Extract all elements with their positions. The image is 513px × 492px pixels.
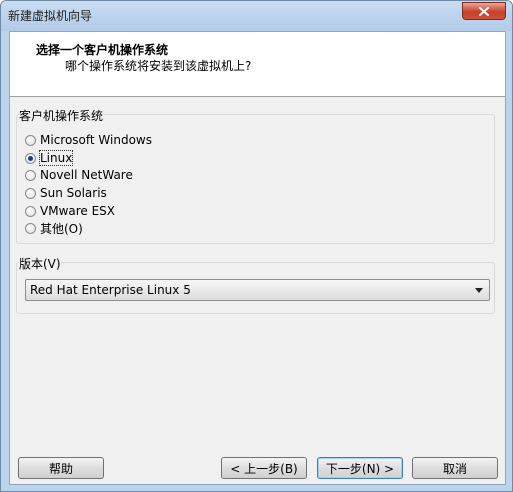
radio-novell-netware[interactable]: Novell NetWare — [25, 167, 133, 183]
radio-vmware-esx[interactable]: VMware ESX — [25, 203, 115, 219]
page-title: 选择一个客户机操作系统 — [36, 43, 169, 57]
page-subtitle: 哪个操作系统将安装到该虚拟机上? — [65, 59, 252, 73]
radio-circle[interactable] — [25, 205, 36, 217]
cancel-button[interactable]: 取消 — [412, 457, 498, 479]
dialog-body: 选择一个客户机操作系统 哪个操作系统将安装到该虚拟机上? 客户机操作系统 Mic… — [9, 31, 506, 485]
radio-microsoft-windows[interactable]: Microsoft Windows — [25, 132, 152, 148]
guest-os-group-label: 客户机操作系统 — [19, 107, 104, 124]
radio-circle[interactable] — [25, 169, 36, 181]
radio-other[interactable]: 其他(O) — [25, 220, 83, 236]
radio-circle[interactable] — [25, 134, 36, 146]
back-button[interactable]: < 上一步(B) — [221, 457, 307, 479]
radio-circle[interactable] — [25, 222, 36, 234]
radio-linux[interactable]: Linux — [25, 150, 74, 166]
radio-label: Linux — [38, 150, 74, 166]
radio-label: VMware ESX — [40, 204, 116, 218]
title-bar[interactable]: 新建虚拟机向导 — [1, 1, 512, 31]
help-button[interactable]: 帮助 — [18, 457, 104, 479]
radio-label: Sun Solaris — [40, 186, 107, 200]
wizard-window: 新建虚拟机向导 选择一个客户机操作系统 哪个操作系统将安装到该虚拟机上? 客户机… — [0, 0, 513, 492]
close-icon — [479, 6, 489, 16]
radio-sun-solaris[interactable]: Sun Solaris — [25, 185, 107, 201]
next-button[interactable]: 下一步(N) > — [317, 457, 403, 479]
version-select-value: Red Hat Enterprise Linux 5 — [30, 283, 191, 297]
window-title: 新建虚拟机向导 — [8, 9, 93, 23]
close-button[interactable] — [462, 2, 506, 20]
radio-circle[interactable] — [25, 187, 36, 199]
wizard-header: 选择一个客户机操作系统 哪个操作系统将安装到该虚拟机上? — [10, 32, 505, 97]
radio-label: Novell NetWare — [40, 168, 133, 182]
chevron-down-icon[interactable] — [475, 288, 483, 293]
version-select[interactable]: Red Hat Enterprise Linux 5 — [25, 279, 490, 301]
radio-label: Microsoft Windows — [40, 133, 152, 147]
radio-label: 其他(O) — [40, 221, 83, 236]
version-group-label: 版本(V) — [19, 255, 61, 272]
radio-circle-checked[interactable] — [25, 152, 36, 164]
